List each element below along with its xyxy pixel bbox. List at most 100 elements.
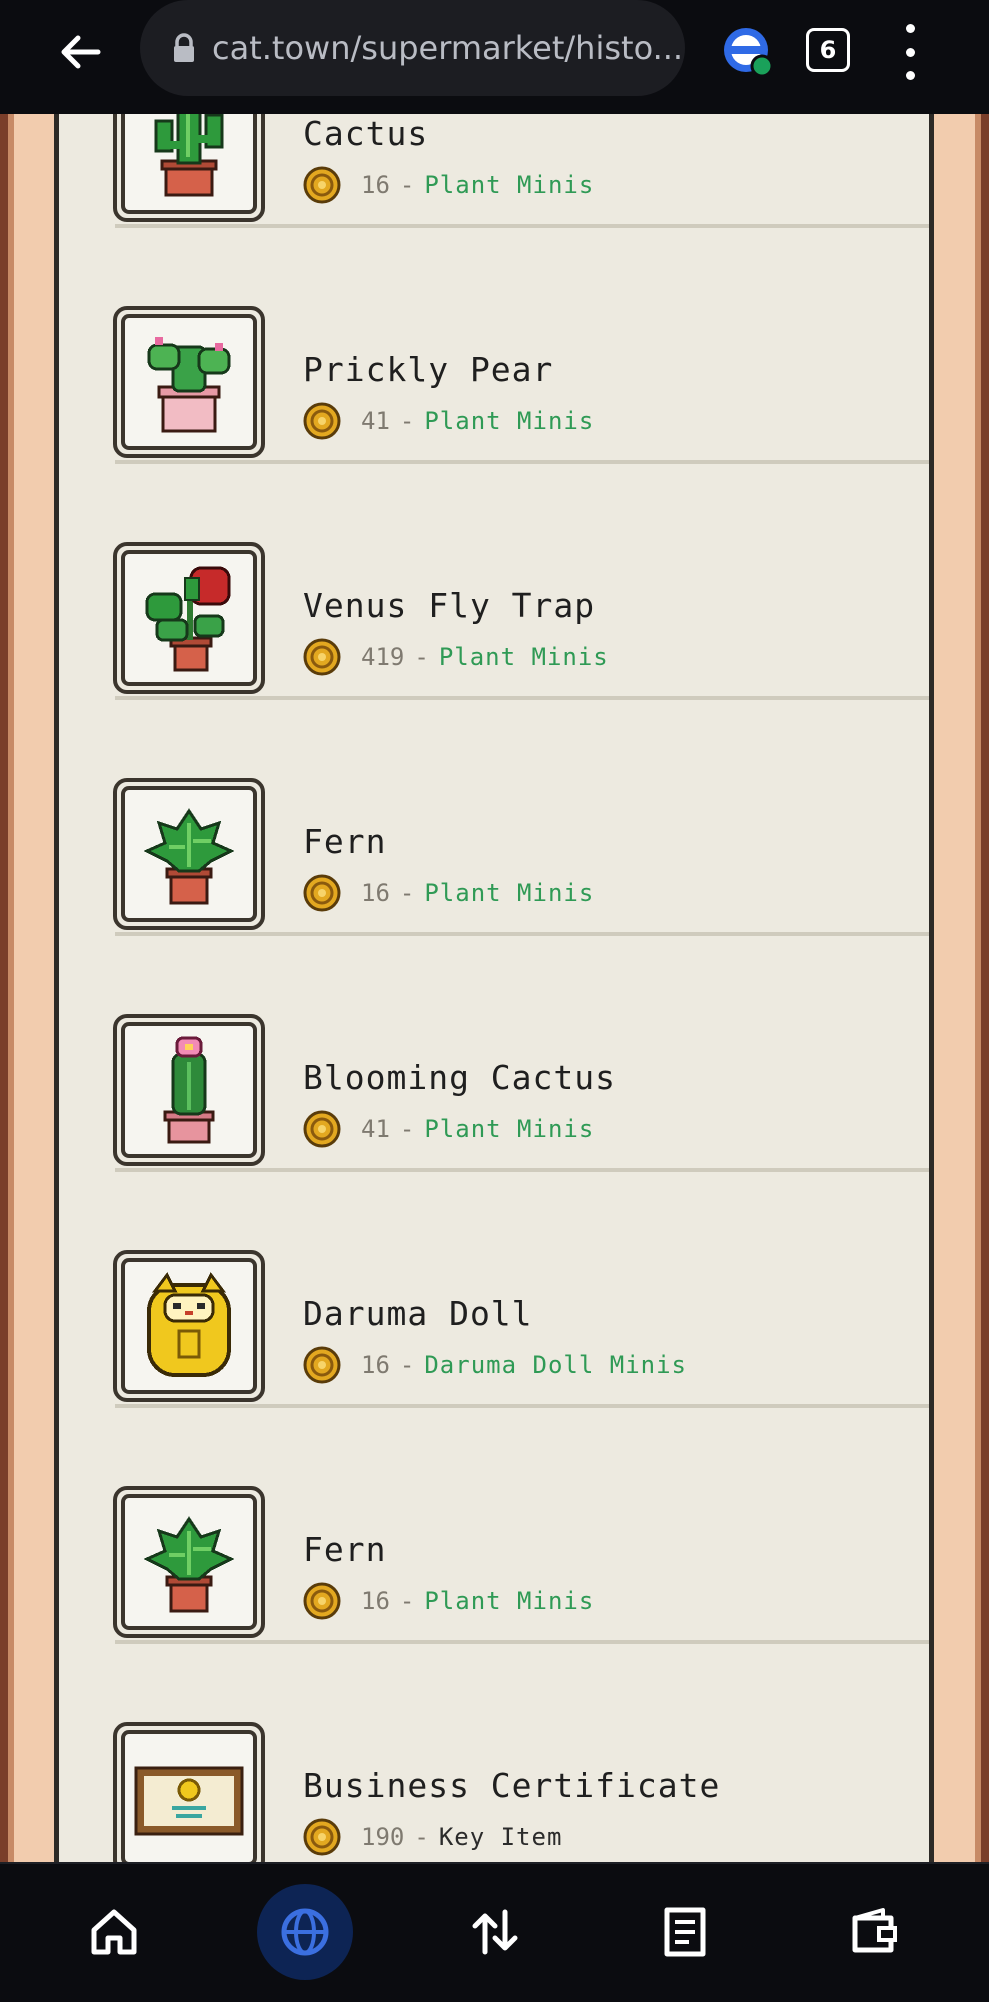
nav-swap[interactable] — [447, 1884, 543, 1980]
item-meta: 419 - Plant Minis — [303, 638, 609, 676]
arrow-left-icon — [61, 35, 101, 69]
url-text: cat.town/supermarket/histo... — [212, 29, 682, 67]
prickly-pear-icon — [147, 337, 231, 433]
coin-icon — [303, 402, 341, 440]
home-icon — [91, 1909, 137, 1955]
item-thumbnail — [113, 778, 265, 930]
frame-edge — [975, 114, 981, 1862]
coin-icon — [303, 874, 341, 912]
separator: - — [414, 1823, 429, 1851]
item-name: Fern — [303, 822, 387, 861]
item-meta: 16 - Plant Minis — [303, 1582, 594, 1620]
menu-dot — [905, 71, 915, 80]
list-item[interactable]: Venus Fly Trap 419 - Plant Minis — [59, 464, 929, 700]
item-category-link[interactable]: Plant Minis — [424, 407, 594, 435]
bottom-navigation — [0, 1862, 989, 2002]
certificate-icon — [134, 1766, 244, 1836]
separator: - — [399, 1587, 415, 1615]
item-category-link[interactable]: Plant Minis — [424, 1587, 594, 1615]
purchase-list: Cactus 16 - Plant Minis Prickly Pear 41 … — [59, 114, 929, 1862]
menu-dot — [905, 24, 915, 33]
item-thumbnail — [113, 1486, 265, 1638]
item-thumbnail — [113, 542, 265, 694]
frame-edge — [8, 114, 14, 1862]
back-button[interactable] — [52, 24, 108, 80]
item-category-link[interactable]: Key Item — [439, 1823, 563, 1851]
item-thumbnail — [113, 306, 265, 458]
cactus-icon — [154, 114, 224, 197]
tab-switcher-button[interactable]: 6 — [806, 28, 850, 72]
item-price: 16 — [361, 879, 390, 907]
separator: - — [399, 879, 415, 907]
nav-explore[interactable] — [257, 1884, 353, 1980]
item-price: 16 — [361, 1587, 390, 1615]
item-name: Venus Fly Trap — [303, 586, 596, 625]
separator: - — [399, 407, 415, 435]
separator: - — [399, 1351, 415, 1379]
item-name: Cactus — [303, 114, 429, 153]
wallet-icon — [852, 1908, 897, 1953]
more-menu-button[interactable] — [894, 24, 926, 80]
item-price: 41 — [361, 1115, 390, 1143]
address-bar[interactable]: cat.town/supermarket/histo... — [140, 0, 685, 96]
extension-icon[interactable] — [722, 26, 774, 78]
item-category-link[interactable]: Daruma Doll Minis — [424, 1351, 687, 1379]
venus-fly-trap-icon — [145, 566, 231, 672]
coin-icon — [303, 1582, 341, 1620]
coin-icon — [303, 166, 341, 204]
separator: - — [414, 643, 429, 671]
frame-edge — [981, 114, 989, 1862]
item-name: Business Certificate — [303, 1766, 721, 1805]
list-item[interactable]: Blooming Cactus 41 - Plant Minis — [59, 936, 929, 1172]
list-item[interactable]: Business Certificate 190 - Key Item — [59, 1644, 929, 1862]
coin-icon — [303, 1110, 341, 1148]
item-price: 16 — [361, 1351, 390, 1379]
nav-wallet[interactable] — [827, 1884, 923, 1980]
list-item[interactable]: Daruma Doll 16 - Daruma Doll Minis — [59, 1172, 929, 1408]
fern-icon — [143, 808, 235, 905]
list-item[interactable]: Cactus 16 - Plant Minis — [59, 114, 929, 228]
item-meta: 16 - Plant Minis — [303, 166, 594, 204]
document-icon — [664, 1907, 706, 1957]
item-name: Prickly Pear — [303, 350, 554, 389]
item-category-link[interactable]: Plant Minis — [424, 1115, 594, 1143]
browser-toolbar: cat.town/supermarket/histo... 6 — [0, 0, 989, 114]
separator: - — [399, 171, 415, 199]
item-meta: 41 - Plant Minis — [303, 1110, 594, 1148]
item-name: Daruma Doll — [303, 1294, 533, 1333]
item-thumbnail — [113, 1250, 265, 1402]
item-meta: 16 - Plant Minis — [303, 874, 594, 912]
fern-icon — [143, 1516, 235, 1613]
item-price: 419 — [361, 643, 405, 671]
item-thumbnail — [113, 1722, 265, 1862]
item-price: 41 — [361, 407, 390, 435]
item-thumbnail — [113, 1014, 265, 1166]
item-price: 16 — [361, 171, 390, 199]
item-meta: 16 - Daruma Doll Minis — [303, 1346, 687, 1384]
item-category-link[interactable]: Plant Minis — [424, 171, 594, 199]
item-name: Fern — [303, 1530, 387, 1569]
page-viewport: Cactus 16 - Plant Minis Prickly Pear 41 … — [0, 114, 989, 1862]
list-item[interactable]: Fern 16 - Plant Minis — [59, 700, 929, 936]
item-category-link[interactable]: Plant Minis — [439, 643, 609, 671]
nav-home[interactable] — [66, 1884, 162, 1980]
coin-icon — [303, 1818, 341, 1856]
item-meta: 190 - Key Item — [303, 1818, 562, 1856]
list-item[interactable]: Fern 16 - Plant Minis — [59, 1408, 929, 1644]
lock-icon — [170, 32, 198, 64]
swap-icon — [472, 1909, 518, 1955]
purchase-history-panel: Cactus 16 - Plant Minis Prickly Pear 41 … — [54, 114, 934, 1862]
item-name: Blooming Cactus — [303, 1058, 617, 1097]
item-category-link[interactable]: Plant Minis — [424, 879, 594, 907]
frame-edge — [0, 114, 8, 1862]
list-item[interactable]: Prickly Pear 41 - Plant Minis — [59, 228, 929, 464]
item-thumbnail — [113, 114, 265, 222]
menu-dot — [905, 47, 915, 57]
nav-activity[interactable] — [637, 1884, 733, 1980]
item-meta: 41 - Plant Minis — [303, 402, 594, 440]
globe-icon — [281, 1908, 329, 1956]
coin-icon — [303, 638, 341, 676]
item-price: 190 — [361, 1823, 405, 1851]
separator: - — [399, 1115, 415, 1143]
coin-icon — [303, 1346, 341, 1384]
